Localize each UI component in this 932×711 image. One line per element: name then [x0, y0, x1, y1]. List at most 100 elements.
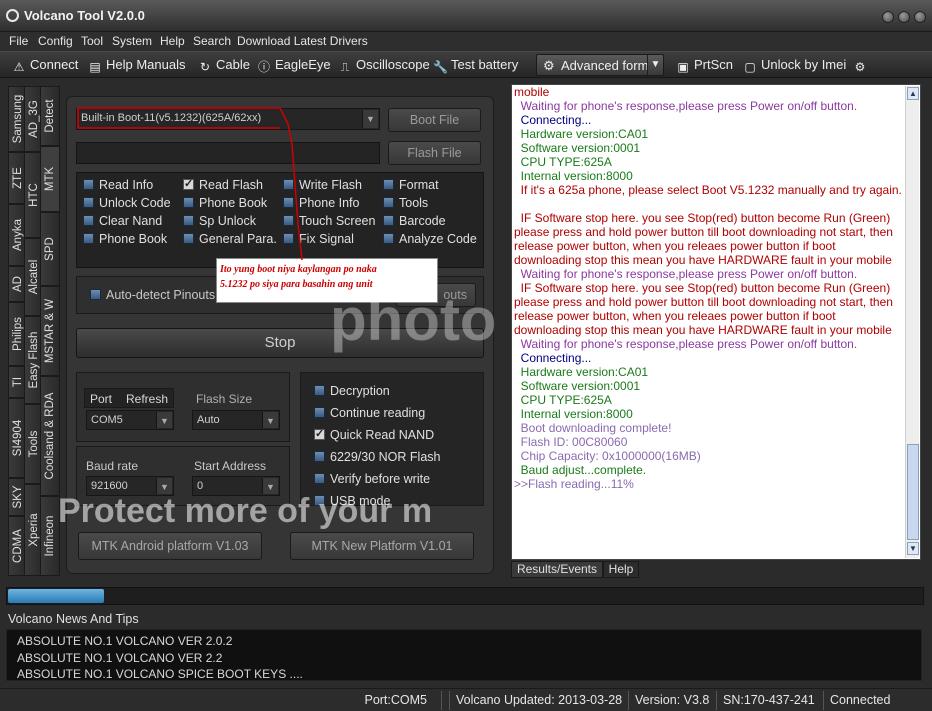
cable-icon: ↻ [199, 60, 211, 74]
flash-file-button[interactable]: Flash File [388, 141, 481, 165]
log-lines: mobile Waiting for phone's response,plea… [514, 85, 906, 559]
log-line: CPU TYPE:625A [514, 393, 612, 407]
tab-mtk[interactable]: MTK [40, 146, 60, 212]
prtscn-button[interactable]: ▣ PrtScn [676, 57, 733, 74]
baud-rate-label: Baud rate [86, 459, 139, 473]
progress-fill [8, 589, 104, 603]
option-decryption[interactable]: Decryption [314, 384, 390, 398]
menu-config[interactable]: Config [38, 34, 73, 48]
log-line: IF Software stop here. you see Stop(red)… [514, 211, 897, 267]
chevron-down-icon[interactable]: ▼ [647, 55, 663, 75]
status-updated: Volcano Updated: 2013-03-28 [449, 691, 622, 710]
watermark-logo: photo [330, 286, 497, 353]
cable-button[interactable]: ↻ Cable [198, 57, 250, 74]
chevron-down-icon: ▼ [156, 412, 172, 428]
progress-bar [6, 587, 924, 605]
close-button[interactable] [914, 11, 926, 23]
gear-icon: ⚙ [543, 58, 555, 73]
option-format[interactable]: Format [383, 178, 439, 192]
chevron-down-icon: ▼ [362, 110, 378, 128]
gear-icon: ⚙ [854, 60, 866, 74]
option-barcode[interactable]: Barcode [383, 214, 446, 228]
log-line: Hardware version:CA01 [514, 127, 649, 141]
tab-help[interactable]: Help [603, 561, 639, 578]
menu-search[interactable]: Search [193, 34, 231, 48]
menu-tool[interactable]: Tool [81, 34, 103, 48]
minimize-button[interactable] [882, 11, 894, 23]
results-log[interactable]: mobile Waiting for phone's response,plea… [511, 84, 921, 560]
settings-button[interactable]: ⚙ [853, 57, 871, 74]
tab-detect[interactable]: Detect [40, 86, 60, 146]
option-tools[interactable]: Tools [383, 196, 428, 210]
autodetect-pinouts-checkbox[interactable]: Auto-detect Pinouts [90, 288, 215, 302]
log-line: mobile [514, 85, 550, 99]
log-line: Baud adjust...complete. [514, 463, 647, 477]
status-version: Version: V3.8 [628, 691, 709, 710]
chip-tabs: Detect MTK SPD MSTAR & W Coolsand & RDA … [40, 86, 60, 576]
menu-download-drivers[interactable]: Download Latest Drivers [237, 34, 368, 48]
title-bar: Volcano Tool V2.0.0 [0, 0, 932, 32]
log-line: Waiting for phone's response,please pres… [514, 337, 858, 351]
tab-spd[interactable]: SPD [40, 212, 60, 286]
scroll-thumb[interactable] [907, 444, 919, 540]
news-title: Volcano News And Tips [8, 612, 139, 626]
option-quick-read-nand[interactable]: Quick Read NAND [314, 427, 434, 442]
tab-results-events[interactable]: Results/Events [511, 561, 603, 578]
news-ticker: ABSOLUTE NO.1 VOLCANO VER 2.0.2 ABSOLUTE… [6, 629, 922, 681]
tab-infineon[interactable]: Infineon [40, 496, 60, 576]
test-battery-button[interactable]: 🔧 Test battery [433, 57, 518, 74]
help-manuals-button[interactable]: ▤ Help Manuals [88, 57, 185, 74]
log-line: Software version:0001 [514, 141, 641, 155]
chevron-down-icon: ▼ [262, 412, 278, 428]
warning-icon: ⚠ [13, 60, 25, 74]
option-analyze-code[interactable]: Analyze Code [383, 232, 477, 246]
boot-file-button[interactable]: Boot File [388, 108, 481, 132]
menu-help[interactable]: Help [160, 34, 185, 48]
news-item: ABSOLUTE NO.1 VOLCANO VER 2.2 [17, 651, 223, 665]
refresh-link[interactable]: Refresh [126, 392, 168, 406]
toolbar: ⚠ Connect ▤ Help Manuals ↻ Cable ⓘ EagleEye … [0, 51, 932, 78]
annotation-outline [77, 107, 303, 261]
option-nor-flash[interactable]: 6229/30 NOR Flash [314, 450, 440, 464]
status-bar: Port:COM5 Volcano Updated: 2013-03-28 Ve… [0, 688, 932, 711]
log-line: Flash ID: 00C80060 [514, 435, 628, 449]
flash-size-label: Flash Size [196, 392, 253, 406]
scroll-down-icon[interactable]: ▼ [907, 542, 919, 555]
log-line: Internal version:8000 [514, 169, 633, 183]
option-verify-before-write[interactable]: Verify before write [314, 472, 430, 486]
info-icon: ⓘ [257, 60, 270, 74]
tab-coolsand[interactable]: Coolsand & RDA [40, 376, 60, 496]
mtk-new-platform-button[interactable]: MTK New Platform V1.01 [290, 532, 474, 560]
maximize-button[interactable] [898, 11, 910, 23]
connect-button[interactable]: ⚠ Connect [12, 57, 79, 74]
news-item: ABSOLUTE NO.1 VOLCANO VER 2.0.2 [17, 634, 233, 648]
oscilloscope-button[interactable]: ⎍ Oscilloscope [338, 57, 430, 74]
eagleeye-button[interactable]: ⓘ EagleEye [257, 57, 331, 74]
log-line: >>Flash reading...11% [514, 477, 634, 491]
port-select[interactable]: COM5 ▼ [86, 410, 174, 430]
log-line: Internal version:8000 [514, 407, 633, 421]
window-title: Volcano Tool V2.0.0 [24, 8, 145, 23]
watermark-text: Protect more of your m [58, 492, 433, 530]
tab-mstar[interactable]: MSTAR & W [40, 286, 60, 376]
wrench-icon: 🔧 [433, 60, 448, 74]
volcano-app-icon [6, 9, 19, 22]
menu-system[interactable]: System [112, 34, 152, 48]
flash-size-select[interactable]: Auto ▼ [192, 410, 280, 430]
log-line: Hardware version:CA01 [514, 365, 649, 379]
log-line: CPU TYPE:625A [514, 155, 612, 169]
log-line: Boot downloading complete! [514, 421, 672, 435]
status-connected: Connected [823, 691, 890, 710]
menu-file[interactable]: File [9, 34, 28, 48]
advanced-form-button[interactable]: ⚙ Advanced form ▼ [536, 54, 664, 76]
log-line: Chip Capacity: 0x1000000(16MB) [514, 449, 701, 463]
log-line: Connecting... [514, 113, 592, 127]
log-scrollbar[interactable]: ▲ ▼ [905, 86, 919, 558]
mtk-android-platform-button[interactable]: MTK Android platform V1.03 [78, 532, 262, 560]
start-address-label: Start Address [194, 459, 267, 473]
unlock-imei-button[interactable]: ▢ Unlock by Imei [743, 57, 846, 74]
scroll-up-icon[interactable]: ▲ [907, 87, 919, 100]
option-continue-reading[interactable]: Continue reading [314, 406, 425, 420]
unlock-icon: ▢ [744, 60, 756, 74]
